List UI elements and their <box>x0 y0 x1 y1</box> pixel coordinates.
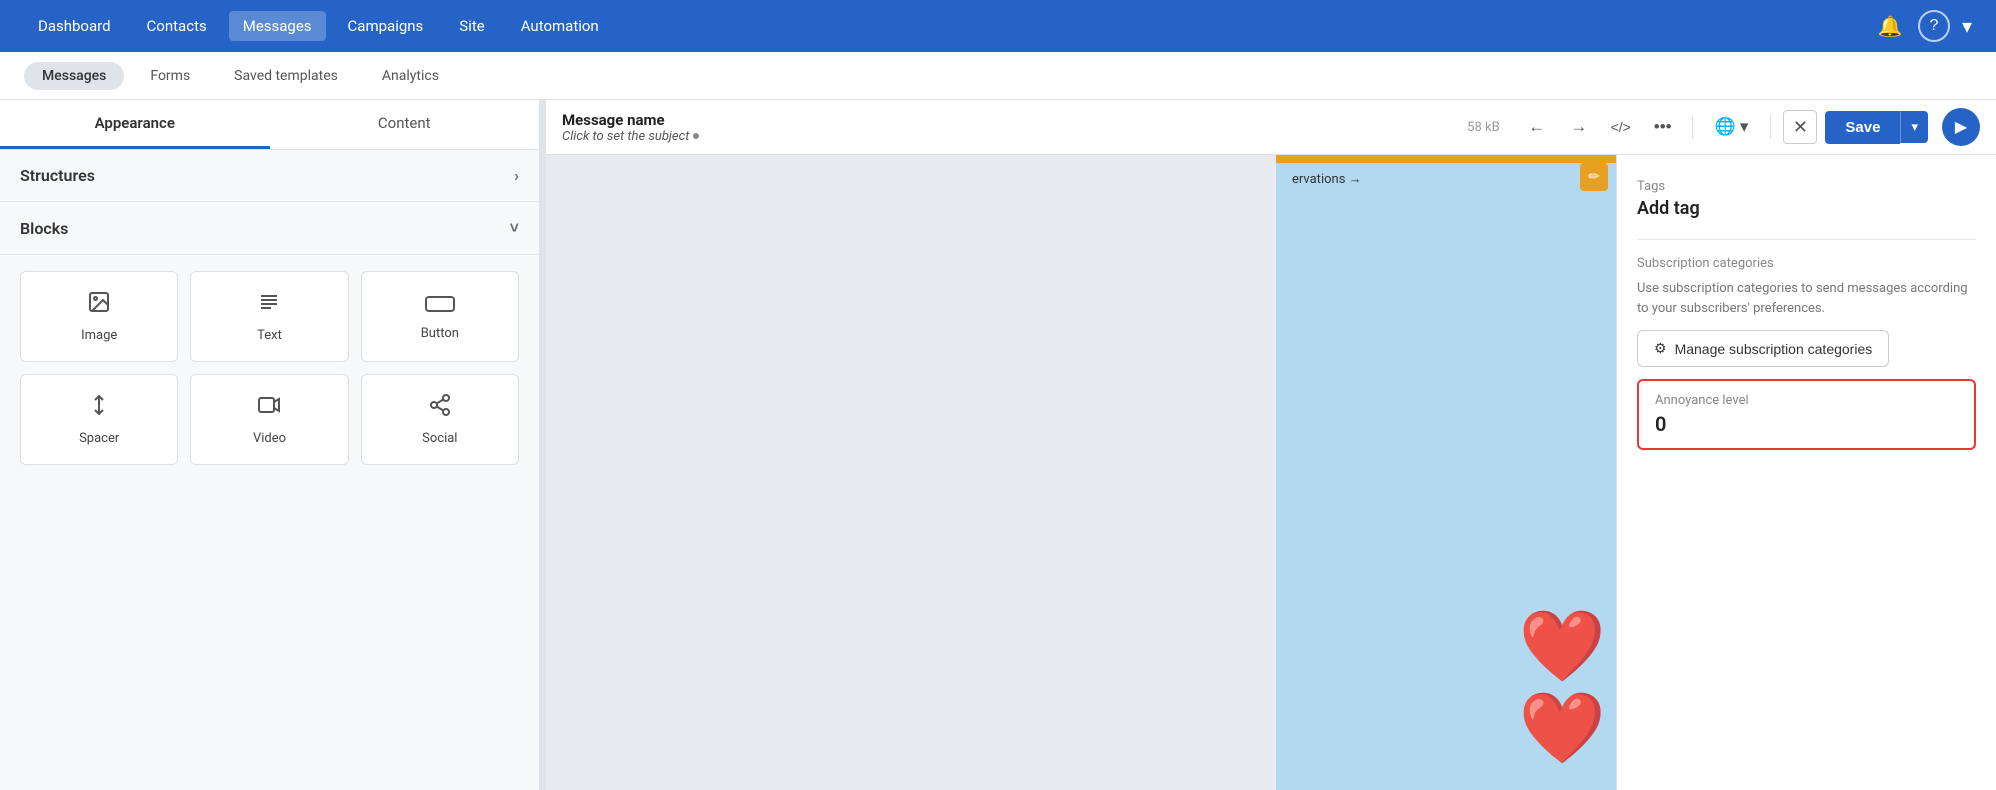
video-icon <box>257 393 281 423</box>
block-image[interactable]: Image <box>20 271 178 362</box>
lang-chevron-icon: ▾ <box>1740 117 1749 137</box>
block-image-label: Image <box>81 328 117 343</box>
editor-title: Message name Click to set the subject <box>562 111 1459 144</box>
account-dropdown[interactable]: ▾ <box>1962 14 1972 38</box>
block-social[interactable]: Social <box>361 374 519 465</box>
manage-btn-label: Manage subscription categories <box>1675 341 1873 357</box>
top-nav-icons: 🔔 ? ▾ <box>1874 10 1972 42</box>
subscription-label: Subscription categories <box>1637 256 1976 271</box>
main-layout: Appearance Content Structures › Blocks ˅ <box>0 100 1996 790</box>
block-video-label: Video <box>253 431 286 446</box>
block-video[interactable]: Video <box>190 374 348 465</box>
block-button[interactable]: Button <box>361 271 519 362</box>
image-icon <box>87 290 111 320</box>
toolbar-separator-2 <box>1770 115 1771 139</box>
message-size: 58 kB <box>1467 120 1500 135</box>
annoyance-value[interactable]: 0 <box>1655 412 1958 436</box>
block-spacer-label: Spacer <box>79 431 119 446</box>
text-icon <box>257 290 281 320</box>
more-options-button[interactable]: ••• <box>1646 110 1680 144</box>
save-dropdown-button[interactable]: ▾ <box>1900 111 1928 143</box>
subject-dot <box>693 133 699 139</box>
save-button[interactable]: Save <box>1825 111 1900 144</box>
tab-content[interactable]: Content <box>270 100 540 149</box>
editor-panel: Message name Click to set the subject 58… <box>546 100 1996 790</box>
preview-reservations-text: ervations → <box>1276 163 1616 195</box>
add-tag-button[interactable]: Add tag <box>1637 198 1976 219</box>
block-text[interactable]: Text <box>190 271 348 362</box>
subscription-description: Use subscription categories to send mess… <box>1637 279 1976 318</box>
blocks-label: Blocks <box>20 219 68 238</box>
notifications-button[interactable]: 🔔 <box>1874 10 1906 42</box>
tags-label: Tags <box>1637 179 1976 194</box>
annoyance-box: Annoyance level 0 <box>1637 379 1976 450</box>
panel-tabs: Appearance Content <box>0 100 539 150</box>
structures-chevron-icon: › <box>514 166 519 185</box>
structures-label: Structures <box>20 166 95 185</box>
nav-site[interactable]: Site <box>445 11 498 41</box>
left-panel: Appearance Content Structures › Blocks ˅ <box>0 100 540 790</box>
language-button[interactable]: 🌐 ▾ <box>1705 111 1759 143</box>
spacer-icon <box>87 393 111 423</box>
subnav-saved-templates[interactable]: Saved templates <box>216 62 356 90</box>
annoyance-label: Annoyance level <box>1655 393 1958 408</box>
nav-contacts[interactable]: Contacts <box>133 11 221 41</box>
nav-messages[interactable]: Messages <box>229 11 326 41</box>
subnav-forms[interactable]: Forms <box>132 62 208 90</box>
blocks-chevron-icon: ˅ <box>510 218 519 238</box>
save-button-group: Save ▾ <box>1825 111 1928 144</box>
button-icon <box>425 293 455 318</box>
preview-hearts: ❤️❤️ <box>1519 606 1606 770</box>
blocks-section[interactable]: Blocks ˅ <box>0 202 539 255</box>
block-social-label: Social <box>422 431 457 446</box>
close-button[interactable]: ✕ <box>1783 110 1817 144</box>
block-spacer[interactable]: Spacer <box>20 374 178 465</box>
social-icon <box>428 393 452 423</box>
nav-dashboard[interactable]: Dashboard <box>24 11 125 41</box>
top-nav-links: Dashboard Contacts Messages Campaigns Si… <box>24 11 1874 41</box>
redo-button[interactable]: → <box>1562 110 1596 144</box>
settings-sidebar: Tags Add tag Subscription categories Use… <box>1616 155 1996 790</box>
nav-campaigns[interactable]: Campaigns <box>334 11 438 41</box>
edit-icon[interactable]: ✏ <box>1580 163 1608 191</box>
preview-orange-bar <box>1276 155 1616 163</box>
manage-subscription-button[interactable]: ⚙ Manage subscription categories <box>1637 330 1889 367</box>
message-subject[interactable]: Click to set the subject <box>562 129 1459 144</box>
top-navigation: Dashboard Contacts Messages Campaigns Si… <box>0 0 1996 52</box>
editor-toolbar: Message name Click to set the subject 58… <box>546 100 1996 155</box>
subnav-analytics[interactable]: Analytics <box>364 62 457 90</box>
undo-button[interactable]: ← <box>1520 110 1554 144</box>
blocks-grid: Image Text <box>0 255 539 481</box>
toolbar-separator <box>1692 115 1693 139</box>
dropdown-chevron-icon: ▾ <box>1962 14 1972 38</box>
preview-area: ✏ ervations → ❤️❤️ <box>546 155 1616 790</box>
editor-content: ✏ ervations → ❤️❤️ Tags Add tag Subscrip… <box>546 155 1996 790</box>
nav-automation[interactable]: Automation <box>507 11 613 41</box>
tags-section: Tags Add tag <box>1637 179 1976 219</box>
message-name[interactable]: Message name <box>562 111 1459 129</box>
play-button[interactable]: ▶ <box>1942 108 1980 146</box>
block-text-label: Text <box>257 328 282 343</box>
help-button[interactable]: ? <box>1918 10 1950 42</box>
tab-appearance[interactable]: Appearance <box>0 100 270 149</box>
subscription-section: Subscription categories Use subscription… <box>1637 239 1976 450</box>
code-button[interactable]: </> <box>1604 110 1638 144</box>
structures-section[interactable]: Structures › <box>0 150 539 202</box>
email-preview: ✏ ervations → ❤️❤️ <box>1276 155 1616 790</box>
block-button-label: Button <box>421 326 459 341</box>
subnav-messages[interactable]: Messages <box>24 62 124 90</box>
gear-icon: ⚙ <box>1654 340 1667 357</box>
sub-navigation: Messages Forms Saved templates Analytics <box>0 52 1996 100</box>
globe-icon: 🌐 <box>1715 117 1736 137</box>
